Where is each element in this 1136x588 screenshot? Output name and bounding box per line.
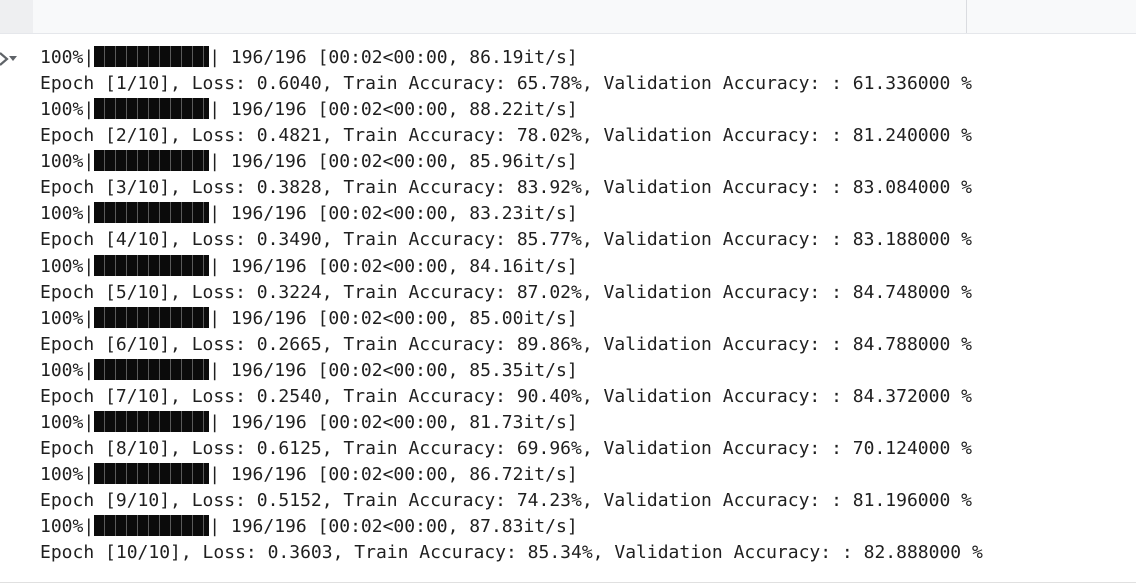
- epoch-summary-line: Epoch [10/10], Loss: 0.3603, Train Accur…: [40, 542, 983, 564]
- progress-percent: 100%: [40, 307, 84, 329]
- epoch-summary-line: Epoch [8/10], Loss: 0.6125, Train Accura…: [40, 437, 972, 459]
- progress-percent: 100%: [40, 203, 84, 225]
- progress-separator: |: [83, 411, 95, 433]
- progress-line: 100%| | 196/196 [00:02<00:00, 83.23it/s]: [40, 201, 1130, 227]
- output-toggle-glyph: [0, 52, 17, 66]
- epoch-summary-line: Epoch [6/10], Loss: 0.2665, Train Accura…: [40, 333, 972, 355]
- progress-bar: [94, 46, 210, 67]
- cell-header-bar: [0, 0, 1136, 34]
- progress-line: 100%| | 196/196 [00:02<00:00, 85.96it/s]: [40, 149, 1130, 175]
- progress-stats: | 196/196 [00:02<00:00, 86.19it/s]: [209, 47, 578, 68]
- cell-gutter: [0, 0, 33, 33]
- progress-line: 100%| | 196/196 [00:02<00:00, 84.16it/s]: [40, 254, 1130, 280]
- progress-percent: 100%: [40, 151, 84, 173]
- progress-percent: 100%: [40, 359, 84, 381]
- progress-stats: | 196/196 [00:02<00:00, 85.00it/s]: [209, 307, 578, 329]
- output-bottom-rule: [0, 582, 1136, 583]
- progress-line: 100%| | 196/196 [00:02<00:00, 85.00it/s]: [40, 306, 1130, 332]
- progress-stats: | 196/196 [00:02<00:00, 85.96it/s]: [209, 151, 578, 173]
- progress-bar: [94, 150, 210, 172]
- progress-line: 100%| | 196/196 [00:02<00:00, 86.19it/s]: [40, 45, 1130, 71]
- progress-bar: [94, 306, 210, 328]
- progress-separator: |: [83, 99, 95, 121]
- progress-line: 100%| | 196/196 [00:02<00:00, 81.73it/s]: [40, 410, 1130, 436]
- collapse-output-icon[interactable]: [0, 46, 22, 72]
- progress-separator: |: [83, 255, 95, 277]
- header-divider: [966, 0, 967, 33]
- epoch-summary-line: Epoch [3/10], Loss: 0.3828, Train Accura…: [40, 177, 972, 199]
- progress-stats: | 196/196 [00:02<00:00, 88.22it/s]: [209, 99, 578, 121]
- cell-output-text: 100%| | 196/196 [00:02<00:00, 86.19it/s] E…: [40, 45, 1130, 566]
- progress-separator: |: [83, 464, 95, 485]
- progress-percent: 100%: [40, 47, 84, 68]
- epoch-summary-line: Epoch [4/10], Loss: 0.3490, Train Accura…: [40, 229, 972, 251]
- progress-separator: |: [83, 151, 95, 173]
- progress-percent: 100%: [40, 255, 84, 277]
- progress-bar: [94, 202, 210, 224]
- progress-stats: | 196/196 [00:02<00:00, 87.83it/s]: [209, 516, 578, 538]
- progress-line: 100%| | 196/196 [00:02<00:00, 87.83it/s]: [40, 514, 1130, 540]
- epoch-summary-line: Epoch [5/10], Loss: 0.3224, Train Accura…: [40, 281, 972, 303]
- progress-stats: | 196/196 [00:02<00:00, 83.23it/s]: [209, 203, 578, 225]
- progress-separator: |: [83, 516, 95, 538]
- progress-percent: 100%: [40, 464, 84, 485]
- progress-bar: [94, 463, 210, 484]
- progress-stats: | 196/196 [00:02<00:00, 86.72it/s]: [209, 464, 578, 485]
- epoch-summary-line: Epoch [7/10], Loss: 0.2540, Train Accura…: [40, 385, 972, 407]
- progress-stats: | 196/196 [00:02<00:00, 85.35it/s]: [209, 359, 578, 381]
- progress-bar: [94, 515, 210, 537]
- progress-bar: [94, 98, 210, 120]
- progress-stats: | 196/196 [00:02<00:00, 81.73it/s]: [209, 411, 578, 433]
- epoch-summary-line: Epoch [1/10], Loss: 0.6040, Train Accura…: [40, 73, 972, 95]
- progress-bar: [94, 410, 210, 432]
- progress-percent: 100%: [40, 516, 84, 538]
- notebook-cell-output: 100%| | 196/196 [00:02<00:00, 86.19it/s] E…: [0, 0, 1136, 588]
- progress-separator: |: [83, 359, 95, 381]
- progress-line: 100%| | 196/196 [00:02<00:00, 88.22it/s]: [40, 97, 1130, 123]
- progress-separator: |: [83, 47, 95, 68]
- progress-line: 100%| | 196/196 [00:02<00:00, 86.72it/s]: [40, 462, 1130, 488]
- epoch-summary-line: Epoch [2/10], Loss: 0.4821, Train Accura…: [40, 125, 972, 147]
- progress-stats: | 196/196 [00:02<00:00, 84.16it/s]: [209, 255, 578, 277]
- progress-line: 100%| | 196/196 [00:02<00:00, 85.35it/s]: [40, 358, 1130, 384]
- epoch-summary-line: Epoch [9/10], Loss: 0.5152, Train Accura…: [40, 490, 972, 512]
- progress-percent: 100%: [40, 99, 84, 121]
- progress-separator: |: [83, 203, 95, 225]
- progress-bar: [94, 254, 210, 276]
- progress-percent: 100%: [40, 411, 84, 433]
- progress-separator: |: [83, 307, 95, 329]
- progress-bar: [94, 358, 210, 380]
